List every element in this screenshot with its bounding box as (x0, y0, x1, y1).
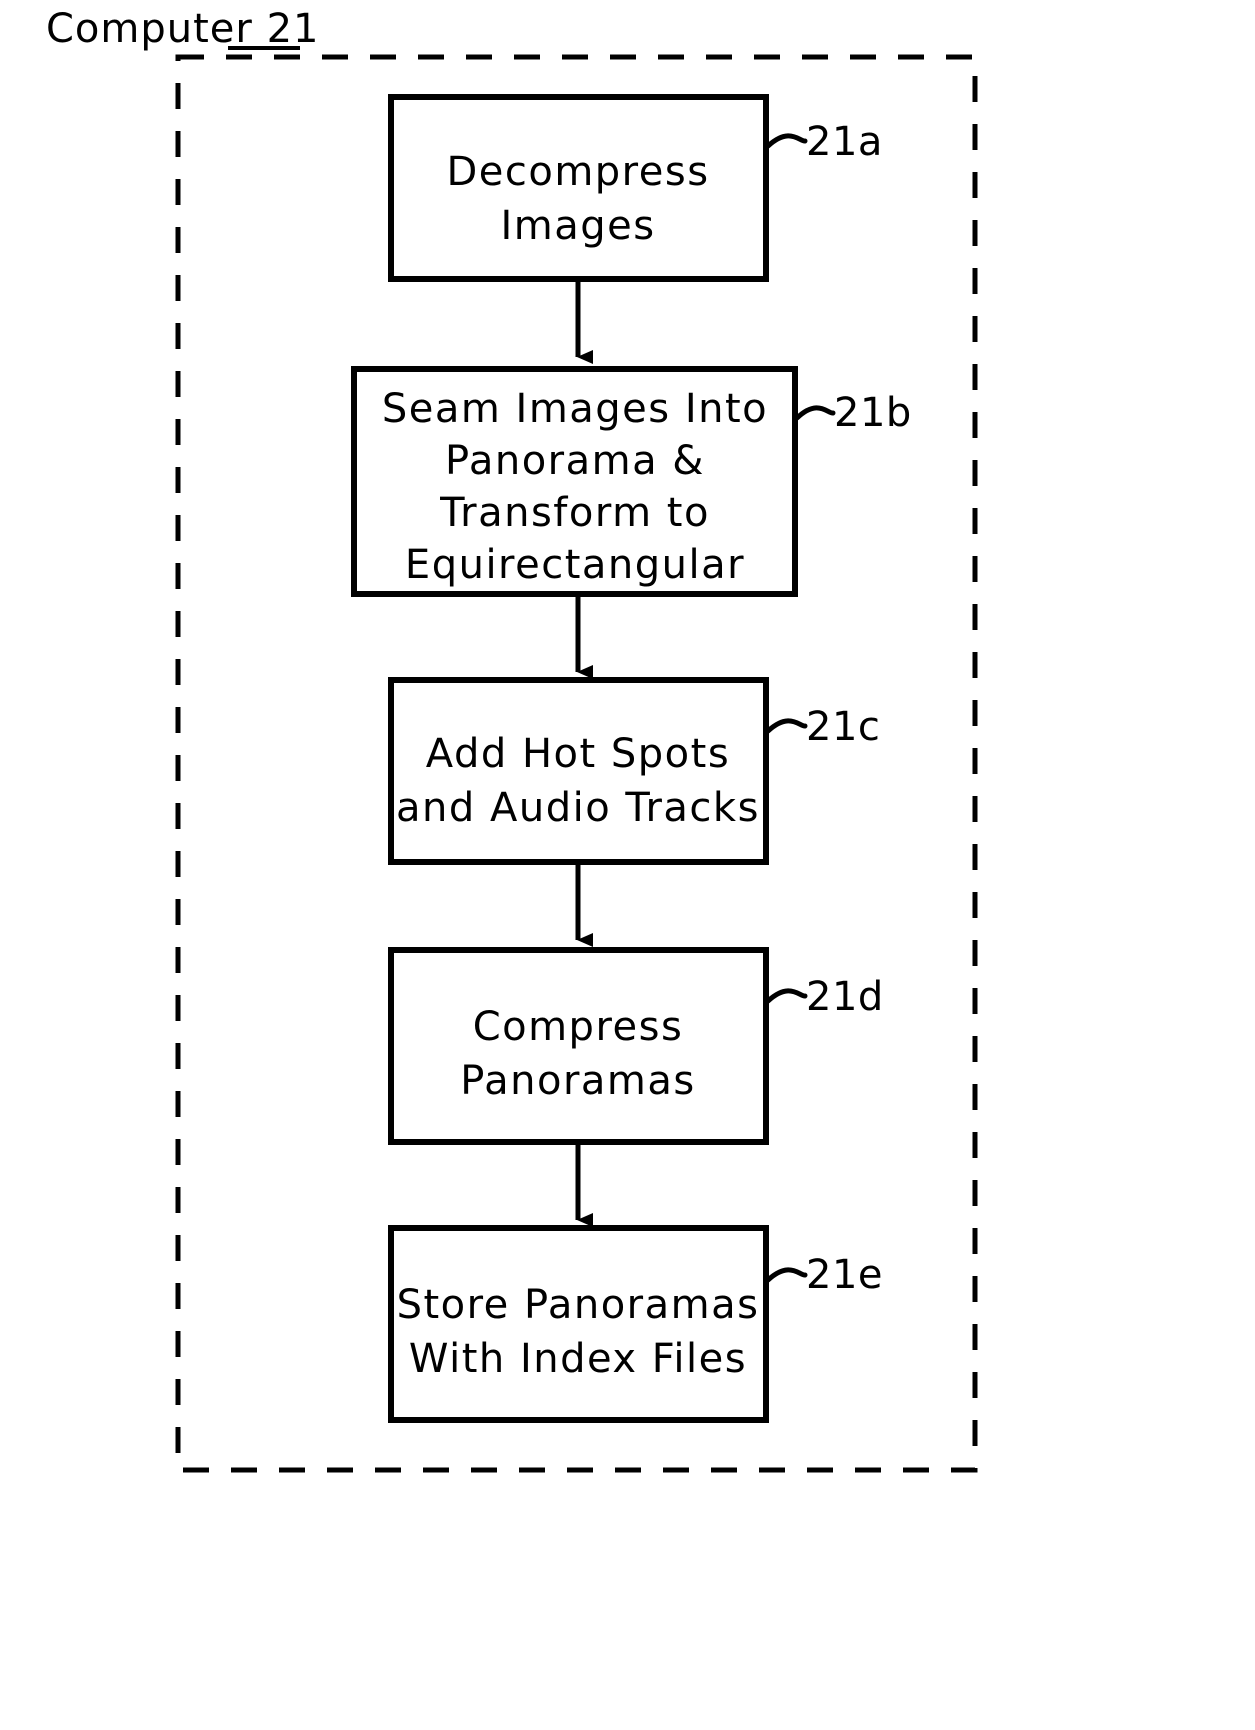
step-box-line1-21a: Decompress (446, 149, 709, 195)
step-box-line2-21c: and Audio Tracks (396, 785, 760, 831)
step-box-line2-21d: Panoramas (460, 1058, 695, 1104)
step-box-21b: Seam Images Into Panorama & Transform to… (351, 366, 798, 597)
leader-line-21e (765, 1267, 808, 1283)
step-box-21d: Compress Panoramas (388, 947, 769, 1145)
leader-line-21b (794, 405, 836, 421)
step-box-21a: Decompress Images (388, 94, 769, 282)
step-box-line3-21b: Transform to (439, 490, 710, 536)
ref-label-21b: 21b (834, 390, 912, 436)
step-box-line2-21a: Images (500, 203, 655, 249)
step-box-line1-21e: Store Panoramas (397, 1282, 760, 1328)
ref-label-21c: 21c (806, 704, 880, 750)
leader-line-21c (765, 718, 808, 734)
step-box-line1-21d: Compress (473, 1004, 684, 1050)
step-box-line1-21b: Seam Images Into (382, 386, 768, 432)
step-box-21e: Store Panoramas With Index Files (388, 1225, 769, 1423)
ref-label-21a: 21a (806, 119, 883, 165)
leader-line-21a (765, 133, 808, 149)
figure-title: Computer 21 (46, 6, 319, 52)
step-box-line2-21e: With Index Files (409, 1336, 747, 1382)
step-box-line1-21c: Add Hot Spots (426, 731, 730, 777)
step-box-line2-21b: Panorama & (445, 438, 705, 484)
leader-line-21d (765, 988, 808, 1004)
step-box-21c: Add Hot Spots and Audio Tracks (388, 677, 769, 865)
ref-label-21d: 21d (806, 974, 884, 1020)
flowchart-canvas: Computer 21 Decompress Images 21a Seam I… (46, 6, 978, 1473)
patent-figure: Computer 21 Decompress Images 21a Seam I… (0, 0, 1255, 1730)
ref-label-21e: 21e (806, 1252, 883, 1298)
step-box-line4-21b: Equirectangular (405, 542, 745, 588)
